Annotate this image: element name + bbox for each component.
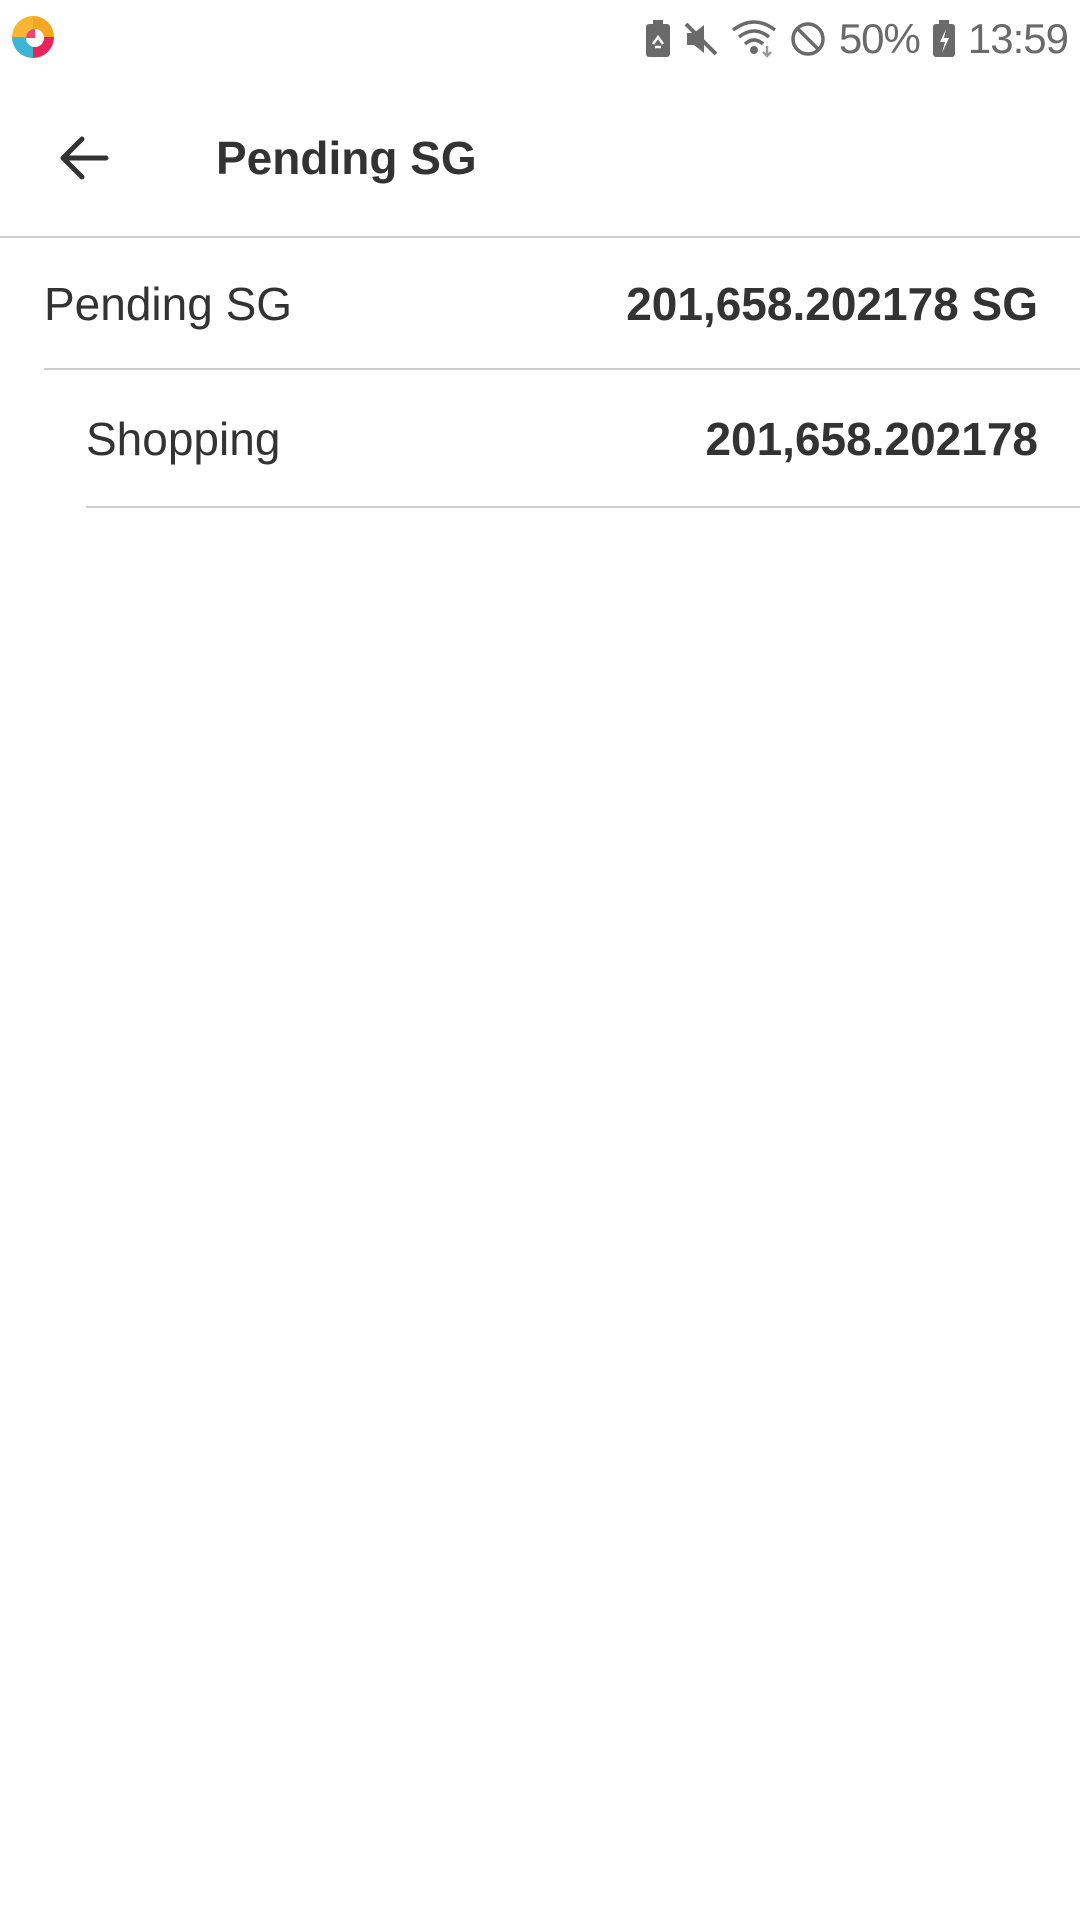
app-bar: Pending SG bbox=[0, 78, 1080, 238]
pending-sg-label: Pending SG bbox=[44, 278, 293, 330]
shopping-label: Shopping bbox=[86, 413, 281, 465]
page-title: Pending SG bbox=[216, 132, 477, 184]
arrow-left-icon bbox=[60, 136, 109, 180]
do-not-disturb-icon bbox=[789, 20, 827, 58]
back-button[interactable] bbox=[40, 114, 128, 202]
battery-charging-icon bbox=[932, 20, 956, 58]
status-icons: 50% 13:59 bbox=[645, 0, 1069, 78]
status-time: 13:59 bbox=[967, 15, 1069, 62]
app-logo-icon bbox=[10, 14, 56, 60]
pending-sg-value: 201,658.202178 SG bbox=[626, 278, 1038, 330]
battery-saver-icon bbox=[645, 20, 671, 58]
list-item: Shopping 201,658.202178 bbox=[86, 372, 1080, 508]
battery-percent: 50% bbox=[838, 15, 921, 62]
shopping-value: 201,658.202178 bbox=[705, 413, 1038, 465]
wifi-icon bbox=[731, 20, 777, 58]
mute-icon bbox=[683, 21, 719, 57]
pending-sg-row: Pending SG 201,658.202178 SG bbox=[44, 240, 1080, 370]
status-bar: 50% 13:59 bbox=[0, 0, 1080, 78]
